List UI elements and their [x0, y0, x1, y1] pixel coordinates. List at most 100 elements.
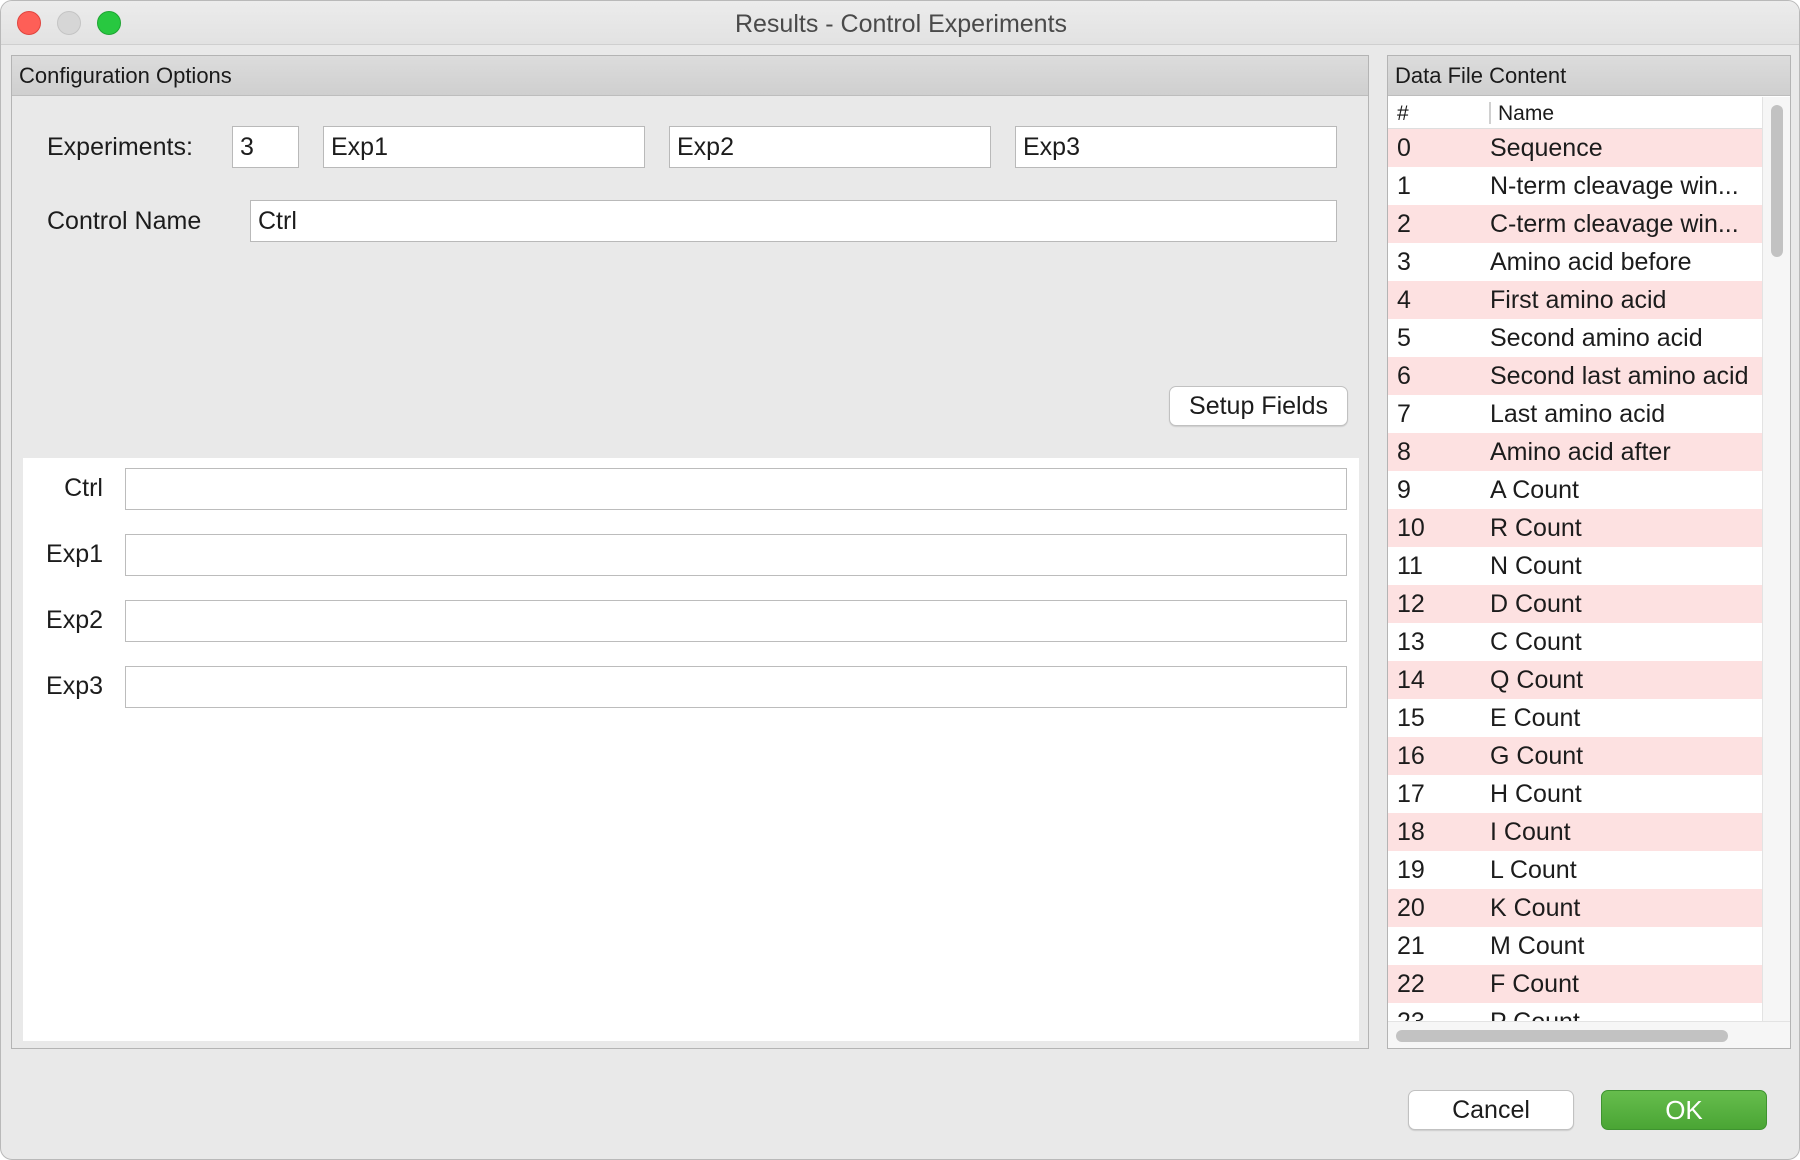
row-name: Sequence: [1490, 134, 1603, 162]
title-bar[interactable]: Results - Control Experiments: [1, 1, 1799, 45]
field-input-exp2[interactable]: [125, 600, 1347, 642]
setup-fields-button[interactable]: Setup Fields: [1169, 386, 1348, 426]
data-file-content-panel: Data File Content # Name 0 Sequence 1 N-ter…: [1387, 55, 1791, 1049]
row-number: 2: [1397, 210, 1411, 238]
row-number: 12: [1397, 590, 1425, 618]
row-number: 4: [1397, 286, 1411, 314]
row-name: N Count: [1490, 552, 1582, 580]
row-number: 1: [1397, 172, 1411, 200]
row-number: 20: [1397, 894, 1425, 922]
row-name: C Count: [1490, 628, 1582, 656]
dialog-window: Results - Control Experiments Configurat…: [0, 0, 1800, 1160]
row-name: A Count: [1490, 476, 1579, 504]
table-row[interactable]: 10 R Count: [1388, 509, 1762, 547]
table-row[interactable]: 21 M Count: [1388, 927, 1762, 965]
row-number: 11: [1397, 552, 1423, 580]
row-number: 5: [1397, 324, 1411, 352]
experiments-label: Experiments:: [47, 133, 193, 161]
table-row[interactable]: 20 K Count: [1388, 889, 1762, 927]
table-row[interactable]: 13 C Count: [1388, 623, 1762, 661]
table-row[interactable]: 14 Q Count: [1388, 661, 1762, 699]
data-file-content-header: Data File Content: [1388, 56, 1790, 96]
field-row-label-exp3: Exp3: [46, 672, 103, 700]
horizontal-scrollbar[interactable]: [1388, 1021, 1790, 1048]
row-name: P Count: [1490, 1003, 1762, 1021]
table-row[interactable]: 4 First amino acid: [1388, 281, 1762, 319]
cancel-button[interactable]: Cancel: [1408, 1090, 1574, 1130]
configuration-options-header: Configuration Options: [12, 56, 1368, 96]
row-number: 7: [1397, 400, 1411, 428]
row-number: 6: [1397, 362, 1411, 390]
field-input-exp1[interactable]: [125, 534, 1347, 576]
control-name-field[interactable]: Ctrl: [250, 200, 1337, 242]
row-number: 10: [1397, 514, 1425, 542]
row-number: 3: [1397, 248, 1411, 276]
table-row[interactable]: 7 Last amino acid: [1388, 395, 1762, 433]
table-row[interactable]: 1 N-term cleavage win...: [1388, 167, 1762, 205]
table-row[interactable]: 6 Second last amino acid: [1388, 357, 1762, 395]
experiment-name-field-3[interactable]: Exp3: [1015, 126, 1337, 168]
table-row[interactable]: 15 E Count: [1388, 699, 1762, 737]
row-name: Amino acid after: [1490, 438, 1671, 466]
column-separator[interactable]: [1489, 102, 1491, 124]
experiment-name-field-2[interactable]: Exp2: [669, 126, 991, 168]
table-row[interactable]: 0 Sequence: [1388, 129, 1762, 167]
table-row[interactable]: 17 H Count: [1388, 775, 1762, 813]
row-number: 8: [1397, 438, 1411, 466]
table-row[interactable]: 2 C-term cleavage win...: [1388, 205, 1762, 243]
table-row[interactable]: 23 P Count: [1388, 1003, 1762, 1021]
row-number: 0: [1397, 134, 1411, 162]
row-name: Second amino acid: [1490, 324, 1703, 352]
row-number: 14: [1397, 666, 1425, 694]
table-row[interactable]: 18 I Count: [1388, 813, 1762, 851]
row-name: I Count: [1490, 818, 1571, 846]
row-number: 17: [1397, 780, 1425, 808]
field-row-label-ctrl: Ctrl: [64, 474, 103, 502]
row-name: K Count: [1490, 894, 1581, 922]
field-mapping-area: Ctrl Exp1 Exp2 Exp3: [23, 458, 1359, 1041]
table-row[interactable]: 19 L Count: [1388, 851, 1762, 889]
row-number: 16: [1397, 742, 1425, 770]
row-number: 15: [1397, 704, 1425, 732]
table-row[interactable]: 11 N Count: [1388, 547, 1762, 585]
table-row[interactable]: 16 G Count: [1388, 737, 1762, 775]
table-header: # Name: [1388, 97, 1762, 129]
table-row[interactable]: 3 Amino acid before: [1388, 243, 1762, 281]
row-name: G Count: [1490, 742, 1584, 770]
row-number: 18: [1397, 818, 1425, 846]
table-row[interactable]: 12 D Count: [1388, 585, 1762, 623]
column-header-number[interactable]: #: [1397, 102, 1409, 126]
table-row[interactable]: 8 Amino acid after: [1388, 433, 1762, 471]
horizontal-scroll-thumb[interactable]: [1396, 1030, 1728, 1042]
row-number: 19: [1397, 856, 1425, 884]
row-name: Q Count: [1490, 666, 1584, 694]
row-name: Second last amino acid: [1490, 362, 1749, 390]
row-name: L Count: [1490, 856, 1577, 884]
row-number: 13: [1397, 628, 1425, 656]
field-input-ctrl[interactable]: [125, 468, 1347, 510]
row-number: 23: [1397, 1003, 1425, 1021]
field-input-exp3[interactable]: [125, 666, 1347, 708]
table-row[interactable]: 9 A Count: [1388, 471, 1762, 509]
row-number: 22: [1397, 970, 1425, 998]
row-name: R Count: [1490, 514, 1582, 542]
row-name: E Count: [1490, 704, 1581, 732]
experiments-count-field[interactable]: 3: [232, 126, 299, 168]
row-name: N-term cleavage win...: [1490, 172, 1739, 200]
row-name: First amino acid: [1490, 286, 1667, 314]
data-file-table[interactable]: 0 Sequence 1 N-term cleavage win... 2 C-term …: [1388, 129, 1762, 1021]
experiment-name-field-1[interactable]: Exp1: [323, 126, 645, 168]
vertical-scrollbar[interactable]: [1762, 97, 1790, 1021]
table-row[interactable]: 5 Second amino acid: [1388, 319, 1762, 357]
row-name: D Count: [1490, 590, 1582, 618]
window-title: Results - Control Experiments: [734, 10, 1068, 38]
row-number: 21: [1397, 932, 1425, 960]
vertical-scroll-thumb[interactable]: [1771, 105, 1783, 257]
row-name: Last amino acid: [1490, 400, 1666, 428]
control-name-label: Control Name: [47, 207, 202, 235]
row-name: C-term cleavage win...: [1490, 210, 1739, 238]
ok-button[interactable]: OK: [1601, 1090, 1767, 1130]
row-name: F Count: [1490, 970, 1579, 998]
table-row[interactable]: 22 F Count: [1388, 965, 1762, 1003]
column-header-name[interactable]: Name: [1498, 102, 1554, 126]
